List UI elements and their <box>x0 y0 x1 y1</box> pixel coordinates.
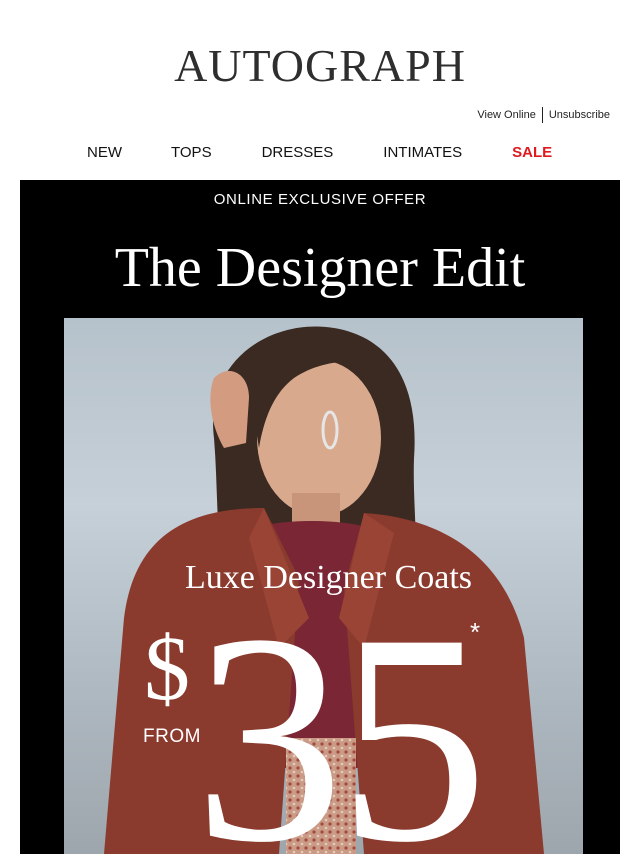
view-online-link[interactable]: View Online <box>477 109 536 121</box>
from-label: FROM <box>143 726 201 747</box>
link-divider <box>541 107 543 123</box>
utility-links: View Online Unsubscribe <box>477 106 610 124</box>
nav-item-new[interactable]: NEW <box>87 144 122 161</box>
nav-item-sale[interactable]: SALE <box>512 144 552 161</box>
nav-item-dresses[interactable]: DRESSES <box>262 144 334 161</box>
hero-banner[interactable]: ONLINE EXCLUSIVE OFFER The Designer Edit <box>20 180 620 854</box>
currency-symbol: $ <box>144 617 190 719</box>
hero-headline: The Designer Edit <box>114 237 526 299</box>
price-asterisk: * <box>470 617 481 647</box>
brand-logo[interactable]: AUTOGRAPH <box>0 38 640 94</box>
offer-label: ONLINE EXCLUSIVE OFFER <box>213 191 427 208</box>
nav-item-intimates[interactable]: INTIMATES <box>383 144 462 161</box>
category-nav: NEW TOPS DRESSES INTIMATES SALE <box>87 143 552 161</box>
price-value: 35 <box>194 572 488 854</box>
nav-item-tops[interactable]: TOPS <box>171 144 212 161</box>
unsubscribe-link[interactable]: Unsubscribe <box>549 109 610 121</box>
model-photo[interactable]: Luxe Designer Coats $ FROM 35 * <box>64 318 583 854</box>
